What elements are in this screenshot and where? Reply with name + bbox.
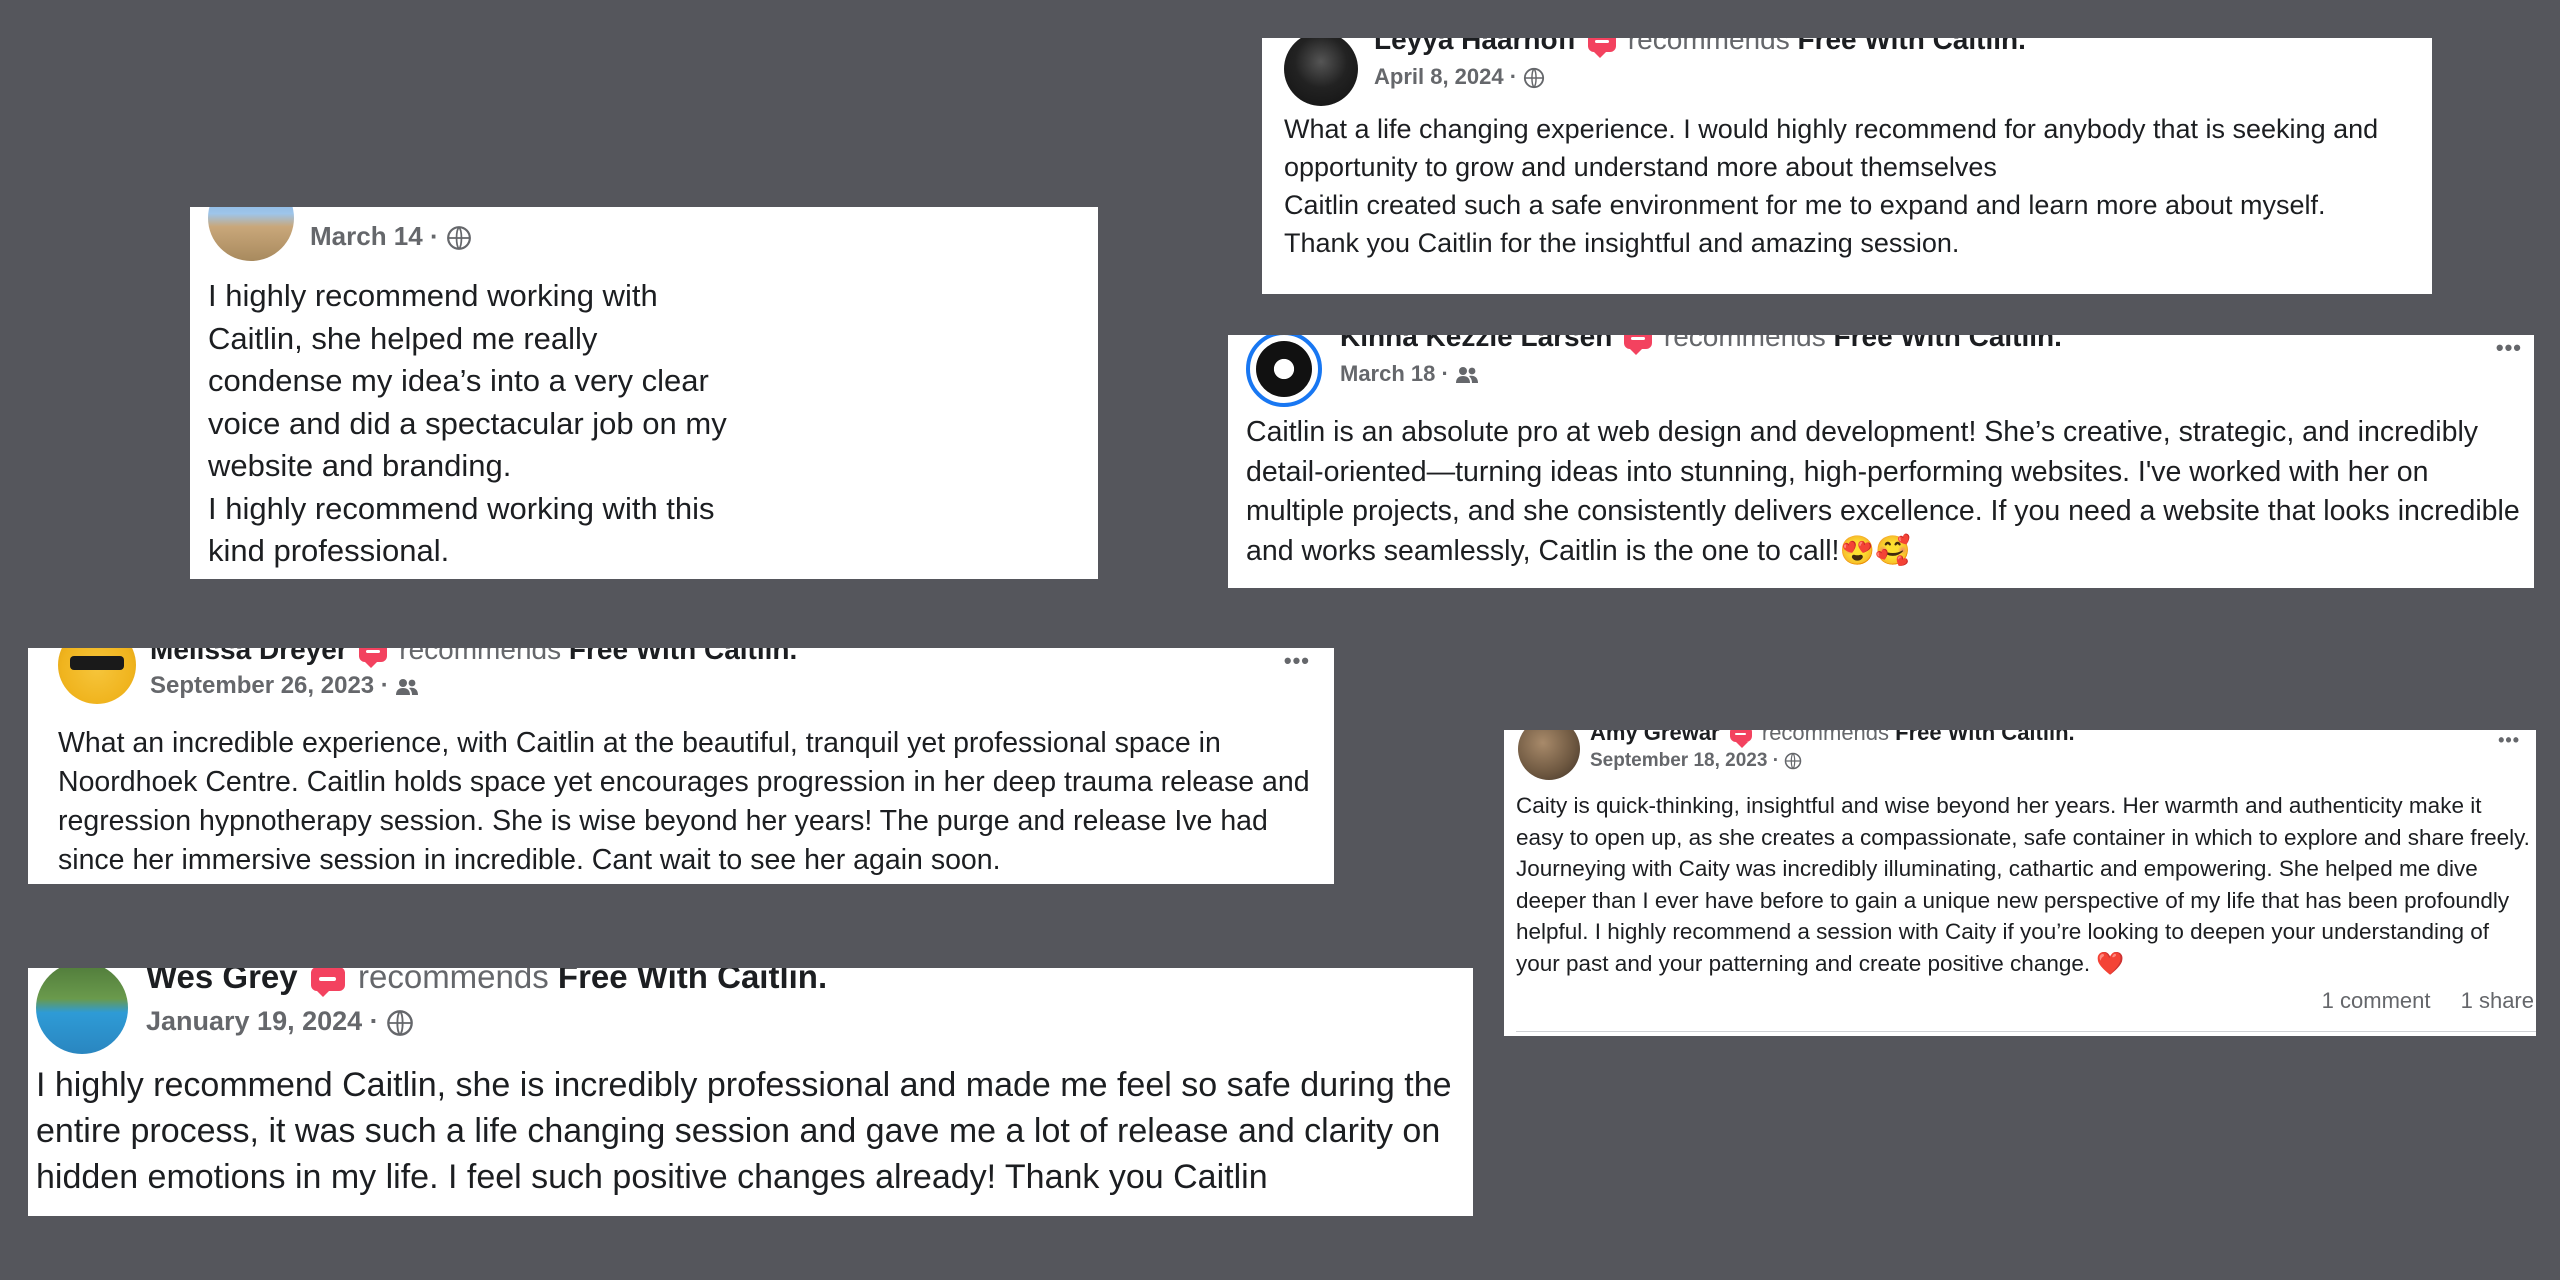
review-text: I highly recommend working with Caitlin,… xyxy=(208,275,728,573)
reviewer-name[interactable]: Kinna Kezzie Larsen xyxy=(1340,335,1612,352)
reviewer-name-line: Amy Grewar recommends Free With Caitlin. xyxy=(1590,730,2075,749)
review-text: What a life changing experience. I would… xyxy=(1284,110,2424,262)
review-card-amy: Amy Grewar recommends Free With Caitlin.… xyxy=(1504,730,2536,1036)
review-paragraph: I highly recommend working with Caitlin,… xyxy=(208,278,727,483)
post-date[interactable]: September 26, 2023 · xyxy=(150,672,389,699)
post-meta: April 8, 2024 · xyxy=(1374,64,1545,90)
globe-icon xyxy=(387,1010,414,1036)
avatar[interactable] xyxy=(1246,335,1322,407)
review-paragraph: Caitlin is an absolute pro at web design… xyxy=(1246,416,2520,567)
review-paragraph: I highly recommend working with this kin… xyxy=(208,490,715,569)
page-link[interactable]: Free With Caitlin. xyxy=(1834,335,2062,352)
avatar[interactable] xyxy=(36,968,128,1054)
page-link[interactable]: Free With Caitlin. xyxy=(1797,38,2025,55)
post-date[interactable]: March 14 · xyxy=(310,221,439,251)
review-paragraph: Caitlin created such a safe environment … xyxy=(1284,190,2326,220)
more-options-button[interactable]: ••• xyxy=(2496,335,2522,361)
globe-icon xyxy=(446,226,471,251)
post-date[interactable]: January 19, 2024 · xyxy=(146,1006,379,1036)
comments-count[interactable]: 1 comment xyxy=(2322,988,2431,1013)
shares-count[interactable]: 1 share xyxy=(2461,988,2534,1013)
page-link[interactable]: Free With Caitlin. xyxy=(558,968,827,995)
post-meta: September 18, 2023 · xyxy=(1590,750,1802,772)
avatar[interactable] xyxy=(58,648,136,704)
review-paragraph: Caity is quick-thinking, insightful and … xyxy=(1516,793,2530,976)
avatar[interactable] xyxy=(208,207,294,261)
reviewer-name[interactable]: Melissa Dreyer xyxy=(150,648,348,665)
recommend-icon xyxy=(310,968,345,998)
recommend-icon xyxy=(359,648,388,668)
review-paragraph: Thank you Caitlin for the insightful and… xyxy=(1284,228,1960,258)
review-text: I highly recommend Caitlin, she is incre… xyxy=(36,1062,1470,1200)
review-text: Caity is quick-thinking, insightful and … xyxy=(1516,790,2532,979)
reviewer-name-line: Leyya Haarhoff recommends Free With Cait… xyxy=(1374,38,2026,58)
friends-icon xyxy=(1455,367,1478,384)
engagement-stats: 1 comment 1 share xyxy=(2298,988,2534,1014)
more-options-button[interactable]: ••• xyxy=(2498,730,2520,751)
review-card-kinna: Kinna Kezzie Larsen recommends Free With… xyxy=(1228,335,2534,588)
more-options-button[interactable]: ••• xyxy=(1284,648,1310,674)
page-link[interactable]: Free With Caitlin. xyxy=(569,648,797,665)
review-card-march14: March 14 · I highly recommend working wi… xyxy=(190,207,1098,579)
review-card-wes: Wes Grey recommends Free With Caitlin. J… xyxy=(28,968,1473,1216)
reviewer-name-line: Kinna Kezzie Larsen recommends Free With… xyxy=(1340,335,2062,355)
reviewer-name-line: Melissa Dreyer recommends Free With Cait… xyxy=(150,648,797,668)
review-card-melissa: Melissa Dreyer recommends Free With Cait… xyxy=(28,648,1334,884)
post-meta: March 18 · xyxy=(1340,361,1479,387)
recommend-icon xyxy=(1729,730,1752,749)
review-text: What an incredible experience, with Cait… xyxy=(58,724,1328,880)
review-paragraph: I highly recommend Caitlin, she is incre… xyxy=(36,1066,1452,1196)
reviewer-name-line: Wes Grey recommends Free With Caitlin. xyxy=(146,968,827,998)
recommend-icon xyxy=(1588,38,1617,58)
post-meta: March 14 · xyxy=(310,221,472,252)
post-date[interactable]: April 8, 2024 · xyxy=(1374,64,1517,89)
review-paragraph: What a life changing experience. I would… xyxy=(1284,114,2379,182)
review-card-leyya: Leyya Haarhoff recommends Free With Cait… xyxy=(1262,38,2432,294)
post-meta: January 19, 2024 · xyxy=(146,1006,414,1037)
globe-icon xyxy=(1524,68,1545,89)
page-link[interactable]: Free With Caitlin. xyxy=(1895,730,2074,745)
post-date[interactable]: March 18 · xyxy=(1340,361,1449,386)
reviewer-name[interactable]: Wes Grey xyxy=(146,968,298,995)
post-date[interactable]: September 18, 2023 · xyxy=(1590,750,1779,771)
divider xyxy=(1516,1031,2536,1032)
friends-icon xyxy=(396,678,419,695)
reviewer-name[interactable]: Amy Grewar xyxy=(1590,730,1720,745)
avatar[interactable] xyxy=(1518,730,1580,780)
review-text: Caitlin is an absolute pro at web design… xyxy=(1246,413,2530,571)
avatar[interactable] xyxy=(1284,38,1358,106)
post-meta: September 26, 2023 · xyxy=(150,672,419,700)
reviewer-name[interactable]: Leyya Haarhoff xyxy=(1374,38,1576,55)
recommend-icon xyxy=(1624,335,1653,355)
globe-icon xyxy=(1785,752,1802,770)
review-paragraph: What an incredible experience, with Cait… xyxy=(58,727,1310,876)
